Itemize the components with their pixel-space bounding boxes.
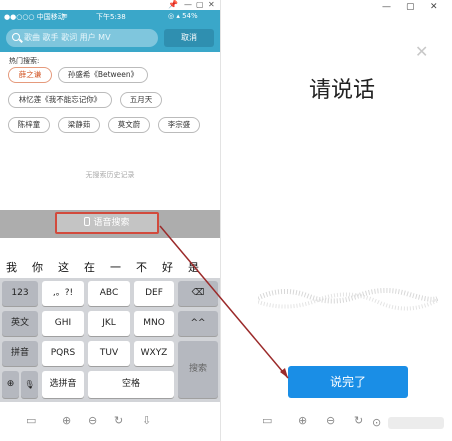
hot-tag[interactable]: 李宗盛 bbox=[158, 117, 200, 133]
key-english[interactable]: 英文 bbox=[2, 311, 38, 336]
hot-tag[interactable]: 五月天 bbox=[120, 92, 162, 108]
key-tuv[interactable]: TUV bbox=[88, 341, 130, 366]
hot-tag[interactable]: 梁静茹 bbox=[58, 117, 100, 133]
hot-tag[interactable]: 陈梓童 bbox=[8, 117, 50, 133]
key-abc[interactable]: ABC bbox=[88, 281, 130, 306]
voice-search-label: 语音搜索 bbox=[93, 218, 130, 228]
key-ghi[interactable]: GHI bbox=[42, 311, 84, 336]
candidate-char[interactable]: 一 bbox=[110, 259, 121, 275]
download-icon[interactable]: ⇩ bbox=[142, 414, 151, 427]
candidate-char[interactable]: 在 bbox=[84, 259, 95, 275]
hot-tag[interactable]: 莫文蔚 bbox=[108, 117, 150, 133]
key-punct[interactable]: ,。?! bbox=[42, 281, 84, 306]
watermark: ⊙ bbox=[370, 414, 450, 432]
zoom-out-icon[interactable]: ⊖ bbox=[88, 414, 97, 427]
watermark-icon: ⊙ bbox=[372, 416, 382, 429]
status-bar: ●●○○○ 中国移动 ≋ 下午5:38 ◎ ▴ 54% bbox=[0, 10, 220, 24]
search-input[interactable]: 歌曲 歌手 歌词 用户 MV bbox=[6, 29, 158, 47]
zoom-out-icon[interactable]: ⊖ bbox=[326, 414, 335, 427]
no-history-text: 无搜索历史记录 bbox=[85, 171, 135, 179]
candidate-char[interactable]: 不 bbox=[136, 259, 147, 275]
viewer-toolbar: ▭ ⊕ ⊖ ↻ ⇩ bbox=[0, 402, 220, 441]
keyboard: 123 ,。?! ABC DEF ⌫ 英文 GHI JKL MNO ^^ 拼音 … bbox=[0, 278, 220, 402]
carrier: ●●○○○ 中国移动 bbox=[4, 13, 65, 21]
emoticon-key[interactable]: ^^ bbox=[178, 311, 218, 336]
delete-key[interactable]: ⌫ bbox=[178, 281, 218, 306]
select-pinyin-key[interactable]: 选拼音 bbox=[42, 371, 84, 398]
minimize-icon[interactable]: — bbox=[382, 0, 391, 14]
speak-prompt: 请说话 bbox=[308, 78, 375, 103]
candidate-char[interactable]: 我 bbox=[6, 259, 17, 275]
mic-icon bbox=[84, 217, 91, 226]
clock: 下午5:38 bbox=[96, 13, 126, 21]
candidate-bar: 我 你 这 在 一 不 好 是 bbox=[0, 256, 220, 278]
dialog-close-icon[interactable]: ✕ bbox=[415, 42, 428, 61]
key-pqrs[interactable]: PQRS bbox=[42, 341, 84, 366]
rotate-icon[interactable]: ↻ bbox=[354, 414, 363, 427]
voice-wave-icon bbox=[258, 288, 438, 311]
fit-window-icon[interactable]: ▭ bbox=[262, 414, 272, 427]
key-wxyz[interactable]: WXYZ bbox=[134, 341, 174, 366]
hot-tag[interactable]: 林忆莲《我不能忘记你》 bbox=[8, 92, 112, 108]
voice-search-button[interactable]: 语音搜索 bbox=[55, 212, 159, 234]
zoom-in-icon[interactable]: ⊕ bbox=[62, 414, 71, 427]
mic-key-icon[interactable]: 🎙 bbox=[21, 371, 38, 398]
hot-search-title: 热门搜索: bbox=[9, 57, 40, 65]
watermark-text-blurred bbox=[388, 417, 444, 429]
fit-window-icon[interactable]: ▭ bbox=[26, 414, 36, 427]
search-icon bbox=[12, 33, 20, 41]
candidate-char[interactable]: 是 bbox=[188, 259, 199, 275]
key-mno[interactable]: MNO bbox=[134, 311, 174, 336]
right-window: — ▢ ✕ ✕ 请说话 说完了 ▭ ⊕ ⊖ ↻ bbox=[232, 0, 452, 441]
key-123[interactable]: 123 bbox=[2, 281, 38, 306]
key-jkl[interactable]: JKL bbox=[88, 311, 130, 336]
rotate-icon[interactable]: ↻ bbox=[114, 414, 123, 427]
search-placeholder: 歌曲 歌手 歌词 用户 MV bbox=[24, 33, 111, 42]
voice-search-bar: 语音搜索 bbox=[0, 210, 220, 238]
hot-tag[interactable]: 薛之谦 bbox=[8, 67, 52, 83]
cancel-button[interactable]: 取消 bbox=[164, 29, 214, 47]
candidate-char[interactable]: 这 bbox=[58, 259, 69, 275]
space-key[interactable]: 空格 bbox=[88, 371, 174, 398]
hot-tag[interactable]: 孙盛希《Between》 bbox=[58, 67, 148, 83]
done-speaking-button[interactable]: 说完了 bbox=[288, 366, 408, 398]
maximize-icon[interactable]: ▢ bbox=[406, 0, 415, 14]
maximize-icon[interactable]: ▢ bbox=[196, 0, 204, 10]
pin-icon[interactable]: 📌 bbox=[168, 0, 178, 10]
globe-icon[interactable]: ⊕ bbox=[2, 371, 19, 398]
zoom-in-icon[interactable]: ⊕ bbox=[298, 414, 307, 427]
battery: ◎ ▴ 54% bbox=[168, 12, 198, 20]
candidate-char[interactable]: 你 bbox=[32, 259, 43, 275]
search-key[interactable]: 搜索 bbox=[178, 341, 218, 398]
search-header: 歌曲 歌手 歌词 用户 MV 取消 bbox=[0, 24, 220, 52]
left-window: 📌 — ▢ ✕ ●●○○○ 中国移动 ≋ 下午5:38 ◎ ▴ 54% 歌曲 歌… bbox=[0, 0, 221, 441]
candidate-char[interactable]: 好 bbox=[162, 259, 173, 275]
minimize-icon[interactable]: — bbox=[184, 0, 192, 10]
key-def[interactable]: DEF bbox=[134, 281, 174, 306]
key-pinyin[interactable]: 拼音 bbox=[2, 341, 38, 366]
close-icon[interactable]: ✕ bbox=[430, 0, 438, 14]
close-icon[interactable]: ✕ bbox=[208, 0, 215, 10]
wifi-icon: ≋ bbox=[62, 12, 68, 20]
